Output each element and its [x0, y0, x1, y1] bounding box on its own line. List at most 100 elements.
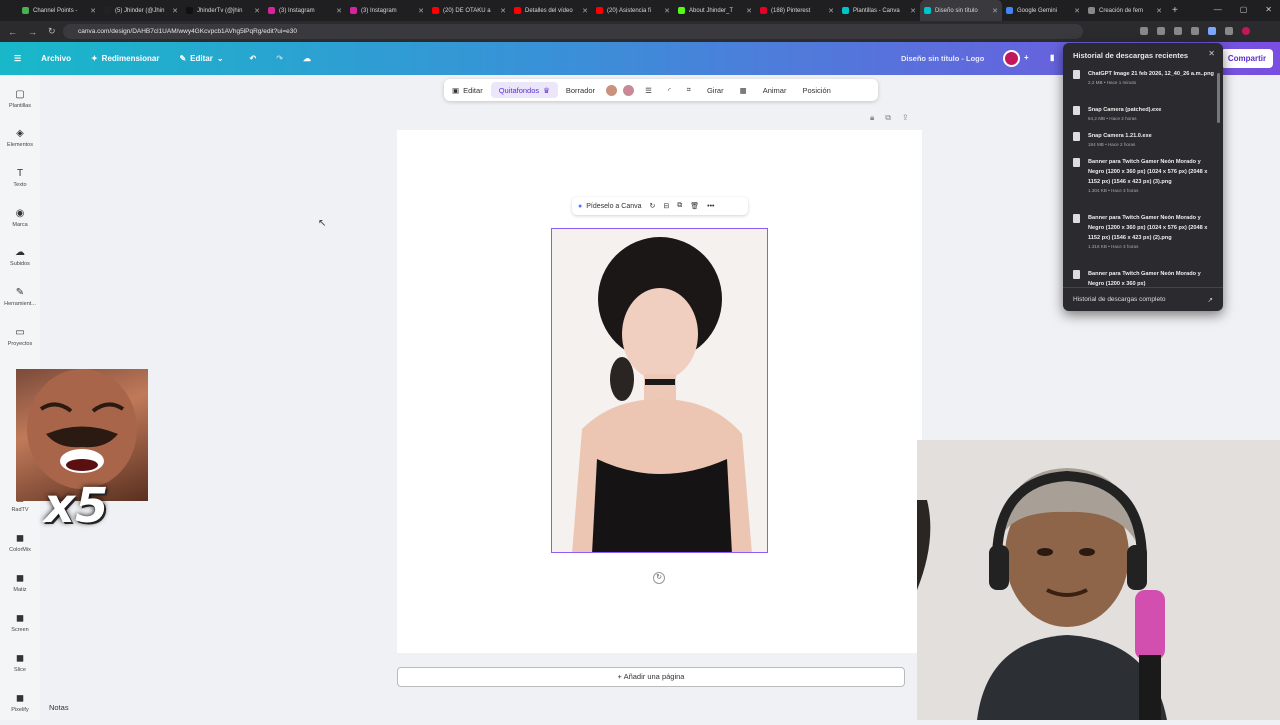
selected-image[interactable]	[551, 228, 768, 553]
comment-icon[interactable]: ↻	[650, 202, 656, 210]
browser-tab[interactable]: (188) Pinterest ✕	[756, 0, 838, 21]
extension-icon[interactable]	[1225, 27, 1233, 35]
browser-tab[interactable]: (5) Jhinder (@Jhin ✕	[100, 0, 182, 21]
tab-close-icon[interactable]: ✕	[336, 7, 342, 15]
document-title[interactable]: Diseño sin título - Logo	[901, 54, 984, 63]
editar-mode-button[interactable]: ✎ Editar ⌄	[179, 54, 223, 63]
download-item[interactable]: Banner para Twitch Gamer Neón Morado y N…	[1073, 213, 1215, 250]
share-button[interactable]: Compartir	[1221, 49, 1273, 68]
trash-icon[interactable]: 🗑︎	[690, 202, 699, 210]
menu-toggle-icon[interactable]: ☰	[14, 54, 21, 63]
reload-icon[interactable]: ↻	[48, 26, 60, 37]
tab-close-icon[interactable]: ✕	[254, 7, 260, 15]
url-field[interactable]: canva.com/design/DAHB7cl1UAM/wwy4GKcvpcb…	[63, 24, 1083, 39]
browser-tab[interactable]: (20) DE OTAKU a ✕	[428, 0, 510, 21]
duplicate-icon[interactable]: ⧉	[677, 202, 682, 210]
tab-close-icon[interactable]: ✕	[90, 7, 96, 15]
browser-tab[interactable]: (3) Instagram ✕	[346, 0, 428, 21]
tab-close-icon[interactable]: ✕	[500, 7, 506, 15]
more-icon[interactable]: •••	[707, 203, 714, 210]
ask-canva-button[interactable]: Pídeselo a Canva	[586, 203, 641, 210]
sidebar-item-slice[interactable]: ◼ Slice	[0, 653, 40, 673]
tab-close-icon[interactable]: ✕	[828, 7, 834, 15]
new-tab-icon[interactable]: +	[1172, 5, 1178, 16]
extension-icon[interactable]	[1174, 27, 1182, 35]
sidebar-item-colormix[interactable]: ◼ ColorMix	[0, 533, 40, 553]
lock-icon[interactable]: 🔒︎	[870, 113, 874, 123]
browser-tab[interactable]: (20) Asistencia fi ✕	[592, 0, 674, 21]
archivo-button[interactable]: Archivo	[41, 54, 71, 63]
browser-tab[interactable]: Plantillas - Canva ✕	[838, 0, 920, 21]
download-item[interactable]: Banner para Twitch Gamer Neón Morado y N…	[1073, 269, 1215, 289]
sidebar-item-screen[interactable]: ◼ Screen	[0, 613, 40, 633]
full-history-link[interactable]: Historial de descargas completo ↗	[1063, 287, 1223, 311]
profile-icon[interactable]	[1242, 27, 1250, 35]
tab-close-icon[interactable]: ✕	[1074, 7, 1080, 15]
girar-button[interactable]: Girar	[699, 86, 732, 95]
color-swatch[interactable]	[606, 84, 618, 96]
cloud-save-icon[interactable]: ☁	[303, 54, 311, 63]
tab-close-icon[interactable]: ✕	[664, 7, 670, 15]
tab-close-icon[interactable]: ✕	[582, 7, 588, 15]
close-window-icon[interactable]: ✕	[1265, 5, 1272, 14]
browser-tab[interactable]: Google Gemini ✕	[1002, 0, 1084, 21]
redo-icon[interactable]: ↷	[276, 54, 283, 63]
tab-close-icon[interactable]: ✕	[1156, 7, 1162, 15]
forward-icon[interactable]: →	[28, 27, 40, 37]
sidebar-item-matiz[interactable]: ◼ Matiz	[0, 573, 40, 593]
sidebar-item-pixelify[interactable]: ◼ Pixelify	[0, 693, 40, 713]
scrollbar[interactable]	[1217, 73, 1220, 123]
browser-tab[interactable]: Diseño sin título ✕	[920, 0, 1002, 21]
corner-rounding-icon[interactable]: ◜	[660, 86, 679, 95]
close-icon[interactable]: ✕	[1208, 49, 1215, 58]
tab-close-icon[interactable]: ✕	[746, 7, 752, 15]
transparency-icon[interactable]: ▦	[732, 86, 755, 95]
borrador-button[interactable]: Borrador	[558, 86, 603, 95]
sidebar-item-proyectos[interactable]: ▭ Proyectos	[0, 327, 40, 347]
add-collaborator-icon[interactable]: +	[1024, 53, 1029, 62]
add-page-icon[interactable]: ⇪	[902, 113, 909, 123]
minimize-icon[interactable]: —	[1214, 5, 1222, 14]
rotate-handle-icon[interactable]: ↻	[653, 572, 665, 584]
redimensionar-button[interactable]: ✦ Redimensionar	[91, 54, 160, 63]
sidebar-item-plantillas[interactable]: ▢ Plantillas	[0, 89, 40, 109]
tab-close-icon[interactable]: ✕	[910, 7, 916, 15]
tab-close-icon[interactable]: ✕	[992, 7, 998, 15]
browser-tab[interactable]: Detalles del vídeo ✕	[510, 0, 592, 21]
browser-tab[interactable]: (3) Instagram ✕	[264, 0, 346, 21]
download-item[interactable]: ChatGPT Image 21 feb 2026, 12_40_26 a.m.…	[1073, 69, 1215, 86]
duplicate-page-icon[interactable]: ⧉	[885, 113, 891, 123]
tab-close-icon[interactable]: ✕	[418, 7, 424, 15]
bookmark-star-icon[interactable]	[1157, 27, 1165, 35]
tab-close-icon[interactable]: ✕	[172, 7, 178, 15]
zoom-icon[interactable]	[1140, 27, 1148, 35]
analytics-icon[interactable]: ▮	[1050, 53, 1054, 62]
download-icon[interactable]	[1208, 27, 1216, 35]
crop-icon[interactable]: ⌗	[679, 85, 699, 95]
download-item[interactable]: Banner para Twitch Gamer Neón Morado y N…	[1073, 157, 1215, 194]
sidebar-item-elementos[interactable]: ◈ Elementos	[0, 128, 40, 148]
quitafondos-button[interactable]: Quitafondos ♛	[490, 82, 558, 98]
sidebar-item-texto[interactable]: T Texto	[0, 168, 40, 188]
border-style-icon[interactable]: ☰	[637, 86, 660, 95]
browser-tab[interactable]: Channel Points - ✕	[18, 0, 100, 21]
extension-icon[interactable]	[1191, 27, 1199, 35]
sidebar-item-marca[interactable]: ◉ Marca	[0, 208, 40, 228]
color-swatch[interactable]	[623, 84, 635, 96]
download-item[interactable]: Snap Camera (patched).exe 64,2 MB • Hace …	[1073, 105, 1215, 122]
browser-tab[interactable]: JhinderTv (@jhin ✕	[182, 0, 264, 21]
maximize-icon[interactable]: ▢	[1240, 5, 1248, 14]
animar-button[interactable]: Animar	[755, 86, 795, 95]
add-page-button[interactable]: + Añadir una página	[397, 667, 905, 687]
lock-element-icon[interactable]: ⊟	[663, 202, 669, 210]
editar-image-button[interactable]: ▣ Editar	[444, 86, 491, 95]
browser-tab[interactable]: About Jhinder_T ✕	[674, 0, 756, 21]
sidebar-item-subidos[interactable]: ☁ Subidos	[0, 247, 40, 267]
posicion-button[interactable]: Posición	[794, 86, 838, 95]
undo-icon[interactable]: ↶	[250, 54, 257, 63]
back-icon[interactable]: ←	[8, 27, 20, 37]
notes-button[interactable]: Notas	[49, 703, 69, 712]
browser-tab[interactable]: Creación de fem ✕	[1084, 0, 1166, 21]
sidebar-item-herramient[interactable]: ✎ Herramient...	[0, 287, 40, 307]
avatar[interactable]	[1003, 50, 1020, 67]
